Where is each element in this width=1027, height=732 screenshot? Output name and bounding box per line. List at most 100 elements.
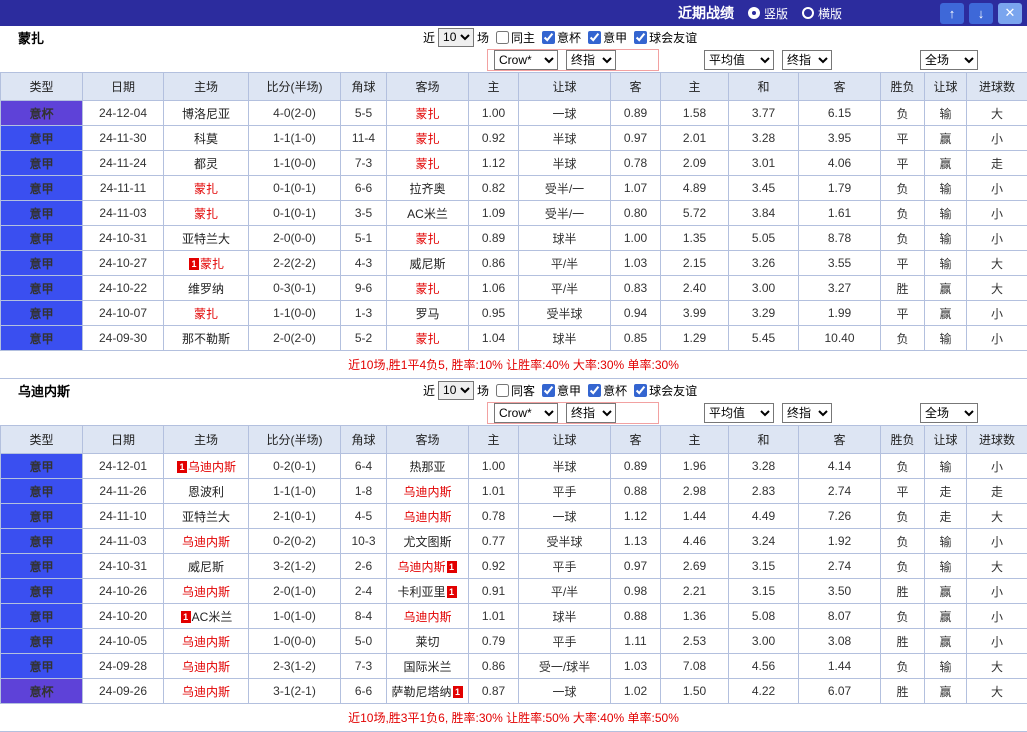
euro-away-odds-cell: 1.92 [798,528,881,554]
handicap-result-cell: 输 [924,653,967,679]
euro-away-odds-cell: 6.07 [798,678,881,704]
result-cell: 负 [880,225,925,251]
euro-final-odds-select[interactable]: 终指 [782,50,832,70]
corner-cell: 1-3 [340,300,387,326]
euro-away-odds-cell: 10.40 [798,325,881,351]
match-scope-select[interactable]: 全场 [920,403,978,423]
team-name: 维罗纳 [187,281,224,296]
asia-away-odds-cell: 0.80 [610,200,661,226]
filter-same-venue[interactable]: 同客 [496,382,535,399]
move-down-button[interactable]: ↓ [969,2,993,24]
euro-draw-odds-cell: 3.84 [728,200,799,226]
asia-handicap-cell: 平手 [518,628,611,654]
asia-away-odds-cell: 1.11 [610,628,661,654]
corner-cell: 1-8 [340,478,387,504]
goals-result-cell: 小 [966,603,1027,629]
asia-away-odds-cell: 1.13 [610,528,661,554]
asia-handicap-cell: 平手 [518,478,611,504]
column-header: 和 [728,425,799,454]
filter-checkbox[interactable] [634,383,648,397]
score-cell: 2-0(2-0) [248,325,341,351]
filter-friendly[interactable]: 球会友谊 [634,29,697,46]
date-cell: 24-11-03 [82,528,164,554]
layout-vertical-option[interactable]: 竖版 [747,5,788,22]
asia-home-odds-cell: 1.09 [468,200,519,226]
handicap-result-cell: 赢 [924,678,967,704]
match-count-select[interactable]: 10 [438,380,475,400]
team-cell: 乌迪内斯 [163,578,249,604]
radio-icon [801,7,814,19]
team-cell: 蒙扎 [386,275,469,301]
date-cell: 24-11-03 [82,200,164,226]
match-scope-select[interactable]: 全场 [920,50,978,70]
team-cell: 蒙扎 [163,175,249,201]
horizontal-label: 横版 [817,6,842,21]
score-cell: 4-0(2-0) [248,100,341,126]
asia-home-odds-cell: 1.06 [468,275,519,301]
date-cell: 24-11-26 [82,478,164,504]
asia-away-odds-cell: 0.88 [610,603,661,629]
team-name: 恩波利 [187,484,224,499]
goals-result-cell: 小 [966,453,1027,479]
team-name: 拉齐奥 [409,181,446,196]
team-cell: 卡利亚里 1 [386,578,469,604]
column-header: 主 [468,425,519,454]
team-name: 亚特兰大 [181,231,230,246]
goals-result-cell: 大 [966,678,1027,704]
asia-home-odds-cell: 0.89 [468,225,519,251]
filter-checkbox[interactable] [588,30,602,44]
euro-average-select[interactable]: 平均值 [704,50,774,70]
column-header: 胜负 [880,425,925,454]
column-header: 客 [798,425,881,454]
euro-away-odds-cell: 8.78 [798,225,881,251]
euro-away-odds-cell: 2.74 [798,553,881,579]
team-name: 威尼斯 [187,559,224,574]
filter-checkbox[interactable] [542,383,556,397]
layout-horizontal-option[interactable]: 横版 [801,5,842,22]
filter-friendly[interactable]: 球会友谊 [634,382,697,399]
close-button[interactable]: ✕ [998,2,1022,24]
asia-final-odds-select[interactable]: 终指 [566,50,616,70]
filter-checkbox[interactable] [496,383,510,397]
column-header: 角球 [340,425,387,454]
euro-away-odds-cell: 7.26 [798,503,881,529]
euro-away-odds-cell: 6.15 [798,100,881,126]
filter-league[interactable]: 意甲 [588,29,627,46]
move-up-button[interactable]: ↑ [940,2,964,24]
team-name: 蒙扎 [193,206,218,221]
match-row: 意甲 24-10-27 1 蒙扎 2-2(2-2) 4-3 威尼斯 0.86 平/半 1.03 2.… [0,250,1027,276]
odds-company-select[interactable]: Crow* [494,403,558,423]
red-card-icon: 1 [180,610,191,623]
asia-away-odds-cell: 0.94 [610,300,661,326]
filter-checkbox[interactable] [634,30,648,44]
asia-handicap-cell: 一球 [518,678,611,704]
team-name: 威尼斯 [409,256,446,271]
corner-cell: 4-5 [340,503,387,529]
handicap-result-cell: 赢 [924,300,967,326]
asia-home-odds-cell: 0.77 [468,528,519,554]
euro-average-select[interactable]: 平均值 [704,403,774,423]
filter-league[interactable]: 意甲 [542,382,581,399]
filter-checkbox[interactable] [542,30,556,44]
match-type-cell: 意甲 [0,453,83,479]
filter-cup[interactable]: 意杯 [542,29,581,46]
dropdown-row: Crow* 终指 平均值 终指 全场 [0,48,1027,72]
filter-same-venue[interactable]: 同主 [496,29,535,46]
match-count-select[interactable]: 10 [438,27,475,47]
column-header: 主 [468,72,519,101]
column-header: 客 [610,425,661,454]
handicap-result-cell: 赢 [924,125,967,151]
team-name: 乌迪内斯 [181,584,230,599]
euro-home-odds-cell: 4.89 [660,175,729,201]
euro-final-odds-select[interactable]: 终指 [782,403,832,423]
filter-checkbox[interactable] [588,383,602,397]
corner-cell: 2-4 [340,578,387,604]
filter-cup[interactable]: 意杯 [588,382,627,399]
goals-result-cell: 走 [966,478,1027,504]
team-name: 科莫 [193,131,218,146]
dropdown-row: Crow* 终指 平均值 终指 全场 [0,401,1027,425]
asia-away-odds-cell: 0.98 [610,578,661,604]
asia-final-odds-select[interactable]: 终指 [566,403,616,423]
filter-checkbox[interactable] [496,30,510,44]
odds-company-select[interactable]: Crow* [494,50,558,70]
